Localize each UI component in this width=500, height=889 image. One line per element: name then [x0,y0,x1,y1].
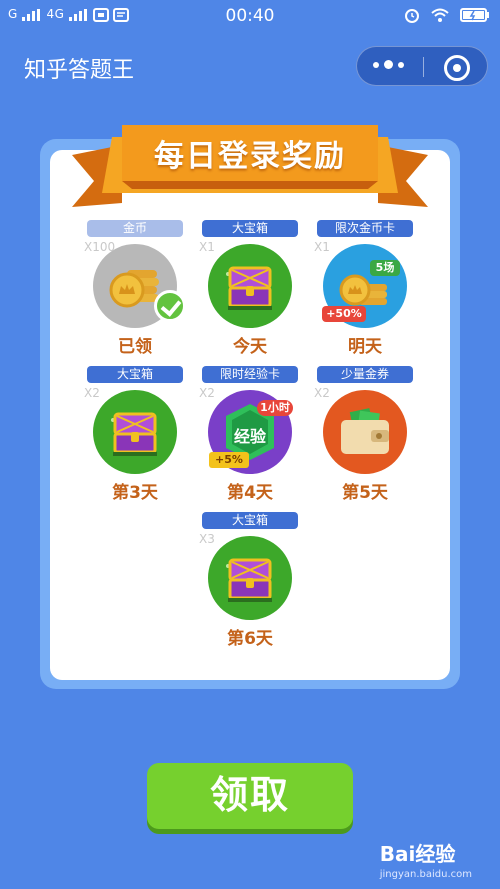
reward-quantity: X1 [199,240,215,254]
reward-day-label: 明天 [348,337,382,357]
reward-item-day1[interactable]: 金币 X100 已领 [80,220,190,360]
reward-item-day2[interactable]: 大宝箱 X1 今天 [195,220,305,360]
mini-program-capsule [356,46,488,86]
claim-button[interactable]: 领取 [147,763,353,829]
title-ribbon: 每日登录奖励 [72,115,428,215]
watermark-site: jingyan.baidu.com [379,869,472,880]
reward-item-day3[interactable]: 限次金币卡 X1 5场 +50% 明天 [310,220,420,360]
bonus-percent-badge: +5% [209,452,249,468]
reward-tag: 限次金币卡 [317,220,413,237]
alarm-icon [405,9,419,23]
treasure-chest-icon [208,244,292,328]
wifi-icon [431,8,449,22]
reward-tag: 大宝箱 [202,512,298,529]
close-target-icon[interactable] [444,55,470,81]
duration-badge: 1小时 [257,400,293,416]
treasure-chest-icon [93,390,177,474]
reward-quantity: X1 [314,240,330,254]
app-header: 知乎答题王 [0,40,500,92]
reward-quantity: X2 [84,386,100,400]
watermark-brand: Bai经验 [379,842,456,866]
reward-day-label: 已领 [118,337,152,357]
wallet-icon [323,390,407,474]
reward-tag: 大宝箱 [202,220,298,237]
capsule-divider [423,57,424,77]
games-count-badge: 5场 [370,260,400,276]
reward-item-day6[interactable]: 少量金券 X2 第5天 [310,366,420,506]
status-icons [404,7,490,23]
reward-day-label: 今天 [233,337,267,357]
reward-tag: 少量金券 [317,366,413,383]
baidu-watermark: Bai经验 jingyan.baidu.com [380,838,472,880]
reward-day-label: 第5天 [342,483,388,503]
reward-item-day7[interactable]: 大宝箱 X3 第6天 [195,512,305,652]
reward-quantity: X3 [199,532,215,546]
reward-item-day4[interactable]: 大宝箱 X2 第3天 [80,366,190,506]
reward-day-label: 第4天 [227,483,273,503]
experience-label: 经验 [233,427,266,446]
panel-title: 每日登录奖励 [154,139,346,174]
status-bar: G 4G 00:40 [0,0,500,32]
app-title: 知乎答题王 [24,58,135,83]
treasure-chest-icon [208,536,292,620]
reward-quantity: X2 [199,386,215,400]
reward-tag: 限时经验卡 [202,366,298,383]
reward-quantity: X2 [314,386,330,400]
bonus-percent-badge: +50% [322,306,366,322]
reward-tag: 大宝箱 [87,366,183,383]
reward-day-label: 第3天 [112,483,158,503]
battery-icon [460,8,489,22]
reward-item-day5[interactable]: 限时经验卡 X2 经验 1小时 +5% 第4天 [195,366,305,506]
more-icon[interactable] [373,60,404,69]
claimed-check-icon [154,290,186,322]
reward-tag: 金币 [87,220,183,237]
reward-day-label: 第6天 [227,629,273,649]
